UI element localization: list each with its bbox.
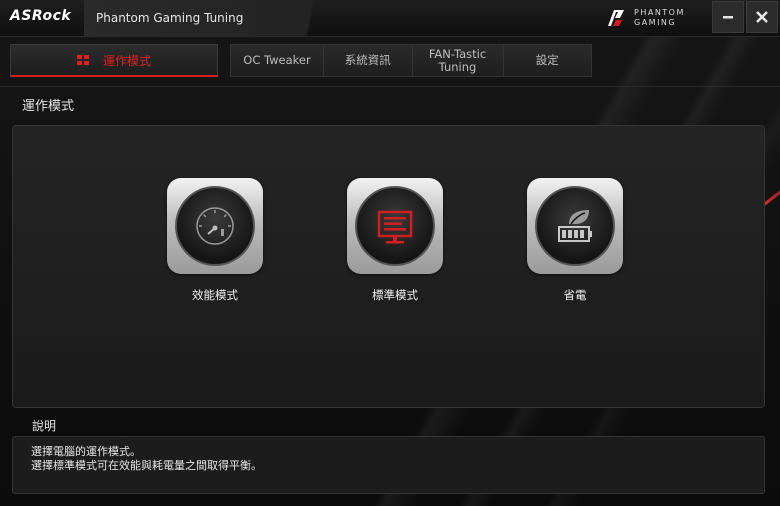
standard-mode-button[interactable] bbox=[347, 178, 443, 274]
mode-standard: 標準模式 bbox=[347, 178, 443, 303]
tab-fan-tastic-tuning[interactable]: FAN-Tastic Tuning bbox=[413, 45, 504, 76]
performance-mode-label: 效能模式 bbox=[192, 288, 238, 302]
tab-operation-mode-label: 運作模式 bbox=[102, 53, 151, 68]
phantom-gaming-logo: PHANTOM GAMING bbox=[604, 6, 704, 30]
tab-fan-tastic-label-line: FAN-Tastic bbox=[428, 46, 487, 61]
brand-line2: GAMING bbox=[634, 18, 677, 27]
mode-performance: 效能模式 bbox=[167, 178, 263, 303]
description-title: 說明 bbox=[32, 419, 57, 433]
description-line: 選擇標準模式可在效能與耗電量之間取得平衡。 bbox=[31, 459, 262, 472]
phantom-gaming-emblem-icon bbox=[608, 10, 624, 26]
tab-operation-mode[interactable]: 運作模式 bbox=[10, 44, 218, 77]
divider bbox=[0, 86, 780, 87]
close-icon bbox=[756, 11, 768, 23]
tab-settings[interactable]: 設定 bbox=[504, 45, 592, 76]
tab-fan-tastic-label: FAN-Tastic Tuning bbox=[428, 46, 487, 74]
tab-fan-tastic-label-line: Tuning bbox=[438, 59, 477, 74]
minimize-icon bbox=[723, 16, 733, 19]
section-title: 運作模式 bbox=[22, 99, 75, 114]
grid-icon bbox=[76, 55, 89, 65]
monitor-icon bbox=[377, 210, 413, 244]
brand-text: PHANTOM GAMING bbox=[634, 8, 685, 28]
power-saving-mode-button[interactable] bbox=[527, 178, 623, 274]
mode-power-saving: 省電 bbox=[527, 178, 623, 303]
leaf-battery-icon bbox=[558, 210, 592, 242]
standard-mode-label: 標準模式 bbox=[372, 288, 418, 302]
mode-panel: 效能模式 標準模式 省電 bbox=[12, 125, 765, 408]
minimize-button[interactable] bbox=[712, 1, 744, 33]
description-box: 選擇電腦的運作模式。 選擇標準模式可在效能與耗電量之間取得平衡。 bbox=[12, 436, 765, 494]
tab-oc-tweaker[interactable]: OC Tweaker bbox=[231, 45, 324, 76]
speedometer-icon bbox=[196, 207, 234, 245]
power-saving-mode-label: 省電 bbox=[563, 288, 587, 302]
app-title: Phantom Gaming Tuning bbox=[84, 0, 346, 36]
brand-line1: PHANTOM bbox=[634, 8, 685, 17]
asrock-logo: ASRock bbox=[10, 8, 72, 24]
tab-system-info[interactable]: 系統資訊 bbox=[324, 45, 413, 76]
title-bar: ASRock Phantom Gaming Tuning PHANTOM GAM… bbox=[0, 0, 780, 37]
performance-mode-button[interactable] bbox=[167, 178, 263, 274]
description-line: 選擇電腦的運作模式。 bbox=[31, 445, 141, 458]
tab-bar: OC Tweaker 系統資訊 FAN-Tastic Tuning 設定 bbox=[230, 44, 592, 77]
close-button[interactable] bbox=[746, 1, 778, 33]
